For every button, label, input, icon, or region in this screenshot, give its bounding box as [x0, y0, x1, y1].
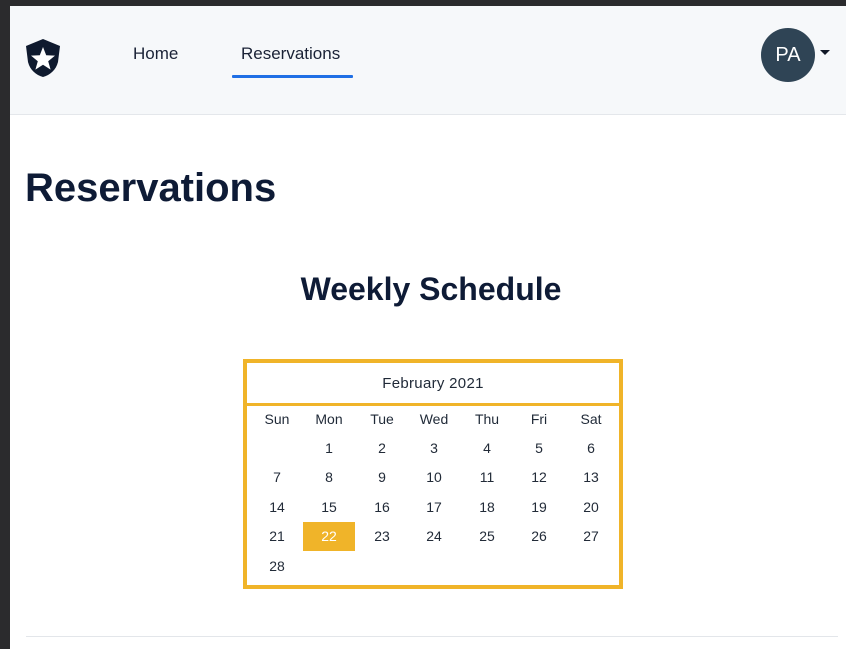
weekday-header-fri: Fri [530, 410, 548, 427]
section-title: Weekly Schedule [300, 271, 562, 307]
calendar-day[interactable]: 8 [303, 463, 355, 492]
calendar-day[interactable]: 16 [356, 492, 408, 521]
calendar-day[interactable]: 15 [303, 492, 355, 521]
star-shield-icon[interactable] [24, 38, 62, 78]
calendar-day[interactable]: 21 [251, 522, 303, 551]
nav-link-home[interactable]: Home [133, 44, 178, 64]
calendar-day[interactable]: 23 [356, 522, 408, 551]
calendar-day-selected[interactable]: 22 [303, 521, 355, 551]
calendar-day[interactable]: 3 [408, 433, 460, 462]
weekday-header-sun: Sun [264, 410, 290, 427]
calendar-day[interactable]: 26 [513, 522, 565, 551]
calendar-day[interactable]: 18 [461, 492, 513, 521]
page-title: Reservations [25, 166, 277, 210]
weekday-header-thu: Thu [474, 410, 500, 427]
calendar-day[interactable]: 9 [356, 463, 408, 492]
footer-divider [26, 636, 838, 637]
weekday-header-mon: Mon [315, 410, 343, 427]
calendar-day[interactable]: 20 [565, 492, 617, 521]
calendar-day[interactable]: 5 [513, 433, 565, 462]
top-navbar: Home Reservations PA [10, 6, 846, 115]
calendar-day[interactable]: 7 [251, 463, 303, 492]
app-frame: Home Reservations PA Reservations Weekly… [10, 6, 846, 649]
calendar-day[interactable]: 28 [251, 551, 303, 580]
calendar-day[interactable]: 14 [251, 492, 303, 521]
weekday-header-sat: Sat [580, 410, 602, 427]
calendar-day[interactable]: 19 [513, 492, 565, 521]
calendar-day[interactable]: 12 [513, 463, 565, 492]
calendar-day[interactable]: 10 [408, 463, 460, 492]
calendar-day[interactable]: 2 [356, 433, 408, 462]
calendar-day[interactable]: 1 [303, 433, 355, 462]
weekday-header-wed: Wed [419, 410, 449, 427]
user-avatar[interactable]: PA [761, 28, 815, 82]
caret-down-icon[interactable] [820, 50, 830, 55]
weekday-header-tue: Tue [370, 410, 394, 427]
active-tab-indicator [232, 75, 353, 78]
calendar-day[interactable]: 24 [408, 522, 460, 551]
calendar-day[interactable]: 11 [461, 463, 513, 492]
calendar-day[interactable]: 4 [461, 433, 513, 462]
calendar-day[interactable]: 13 [565, 463, 617, 492]
calendar-month-label: February 2021 [247, 363, 619, 406]
calendar-widget: February 2021 Sun Mon Tue Wed Thu Fri Sat 1 2 3 4 5… [243, 359, 623, 589]
calendar-day[interactable]: 27 [565, 522, 617, 551]
calendar-day[interactable]: 17 [408, 492, 460, 521]
nav-link-reservations[interactable]: Reservations [241, 44, 340, 64]
calendar-day[interactable]: 6 [565, 433, 617, 462]
calendar-day[interactable]: 25 [461, 522, 513, 551]
